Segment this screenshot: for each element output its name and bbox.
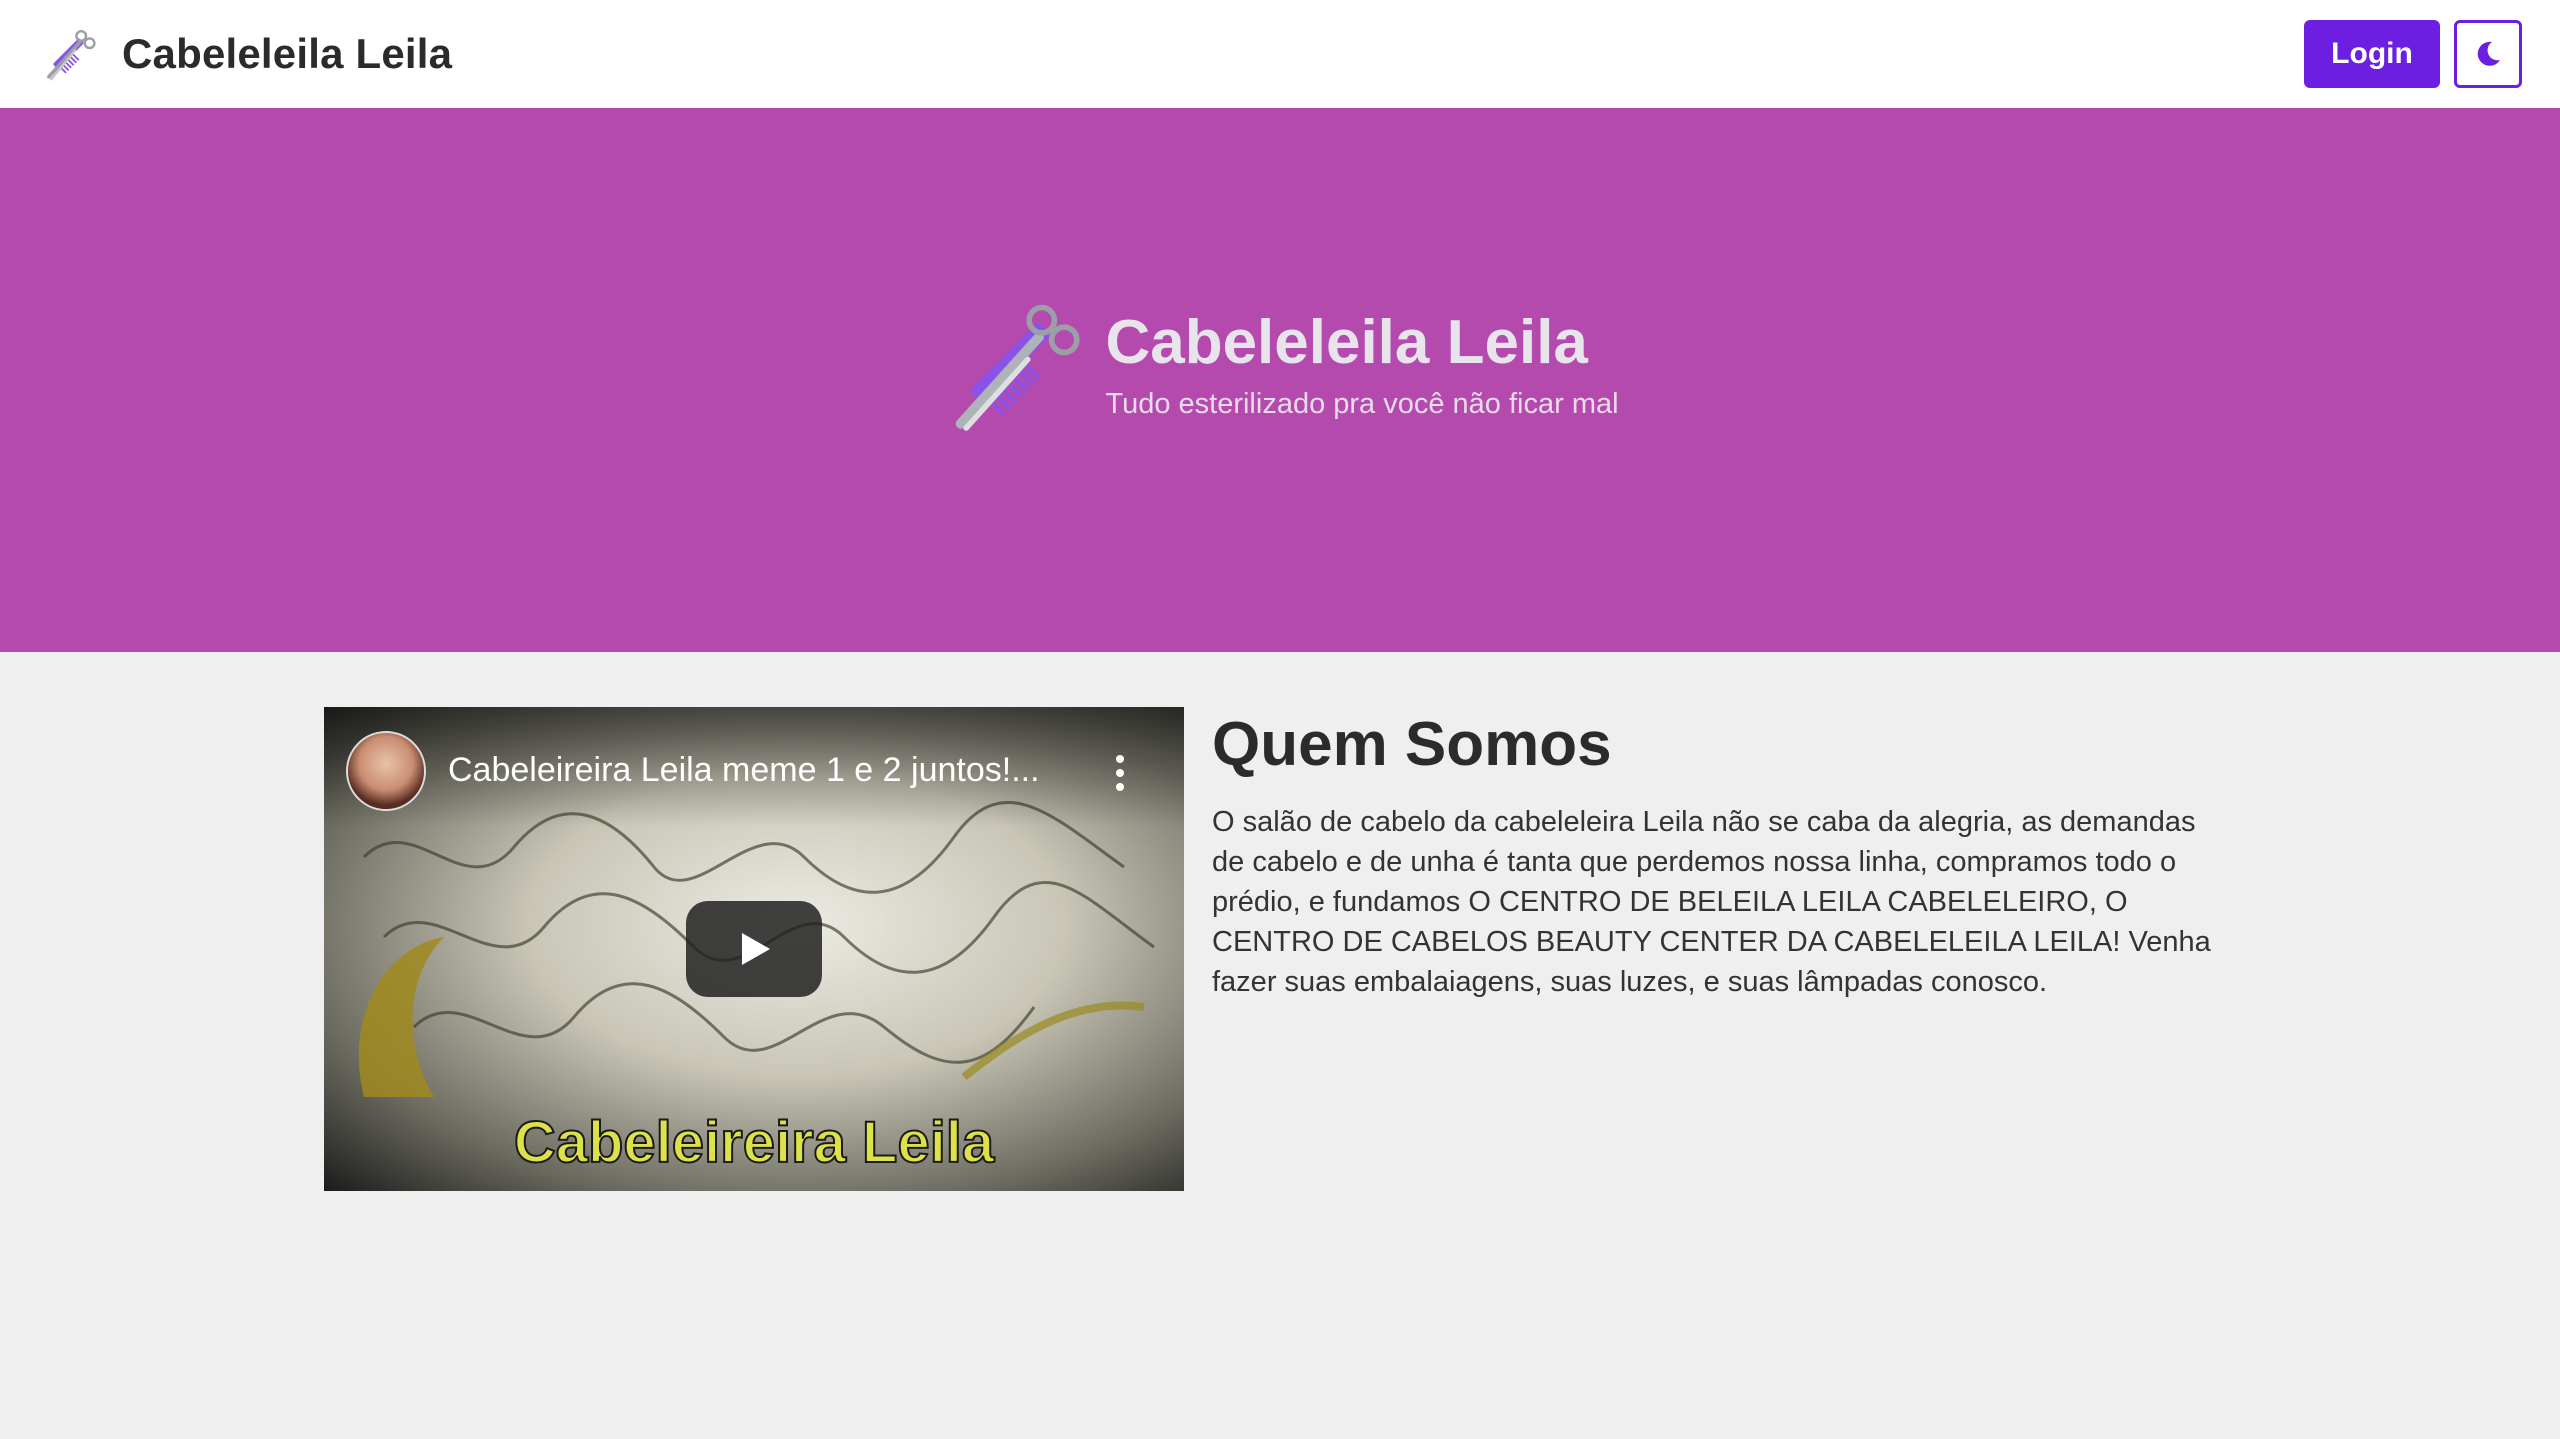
nav-actions: Login — [2304, 20, 2522, 88]
navbar: Cabeleleila Leila Login — [0, 0, 2560, 108]
login-button[interactable]: Login — [2304, 20, 2440, 88]
theme-toggle-button[interactable] — [2454, 20, 2522, 88]
play-button[interactable] — [686, 901, 822, 997]
video-caption: Cabeleireira Leila — [513, 1109, 995, 1176]
hero-text: Cabeleleila Leila Tudo esterilizado pra … — [1105, 309, 1618, 420]
play-icon — [742, 933, 770, 965]
hero-banner: Cabeleleila Leila Tudo esterilizado pra … — [0, 108, 2560, 652]
brand[interactable]: Cabeleleila Leila — [38, 24, 452, 84]
main-content: Cabeleireira Leila meme 1 e 2 juntos!...… — [324, 707, 2236, 1191]
channel-avatar[interactable] — [346, 731, 426, 811]
video-player[interactable]: Cabeleireira Leila meme 1 e 2 juntos!...… — [324, 707, 1184, 1191]
video-title[interactable]: Cabeleireira Leila meme 1 e 2 juntos!... — [448, 751, 1040, 790]
hero-title: Cabeleleila Leila — [1105, 308, 1588, 378]
moon-icon — [2477, 41, 2500, 66]
comb-scissors-icon — [47, 30, 96, 81]
comb-scissors-icon — [956, 304, 1081, 431]
hero-subtitle: Tudo esterilizado pra você não ficar mal — [1105, 387, 1619, 420]
hero-content: Cabeleleila Leila Tudo esterilizado pra … — [941, 295, 1619, 435]
brand-title: Cabeleleila Leila — [122, 30, 453, 77]
about-text: O salão de cabelo da cabeleleira Leila n… — [1212, 806, 2211, 998]
about-section: Quem Somos O salão de cabelo da cabelele… — [1212, 707, 2236, 1191]
about-title: Quem Somos — [1212, 710, 1612, 779]
video-more-icon[interactable] — [1114, 755, 1126, 791]
